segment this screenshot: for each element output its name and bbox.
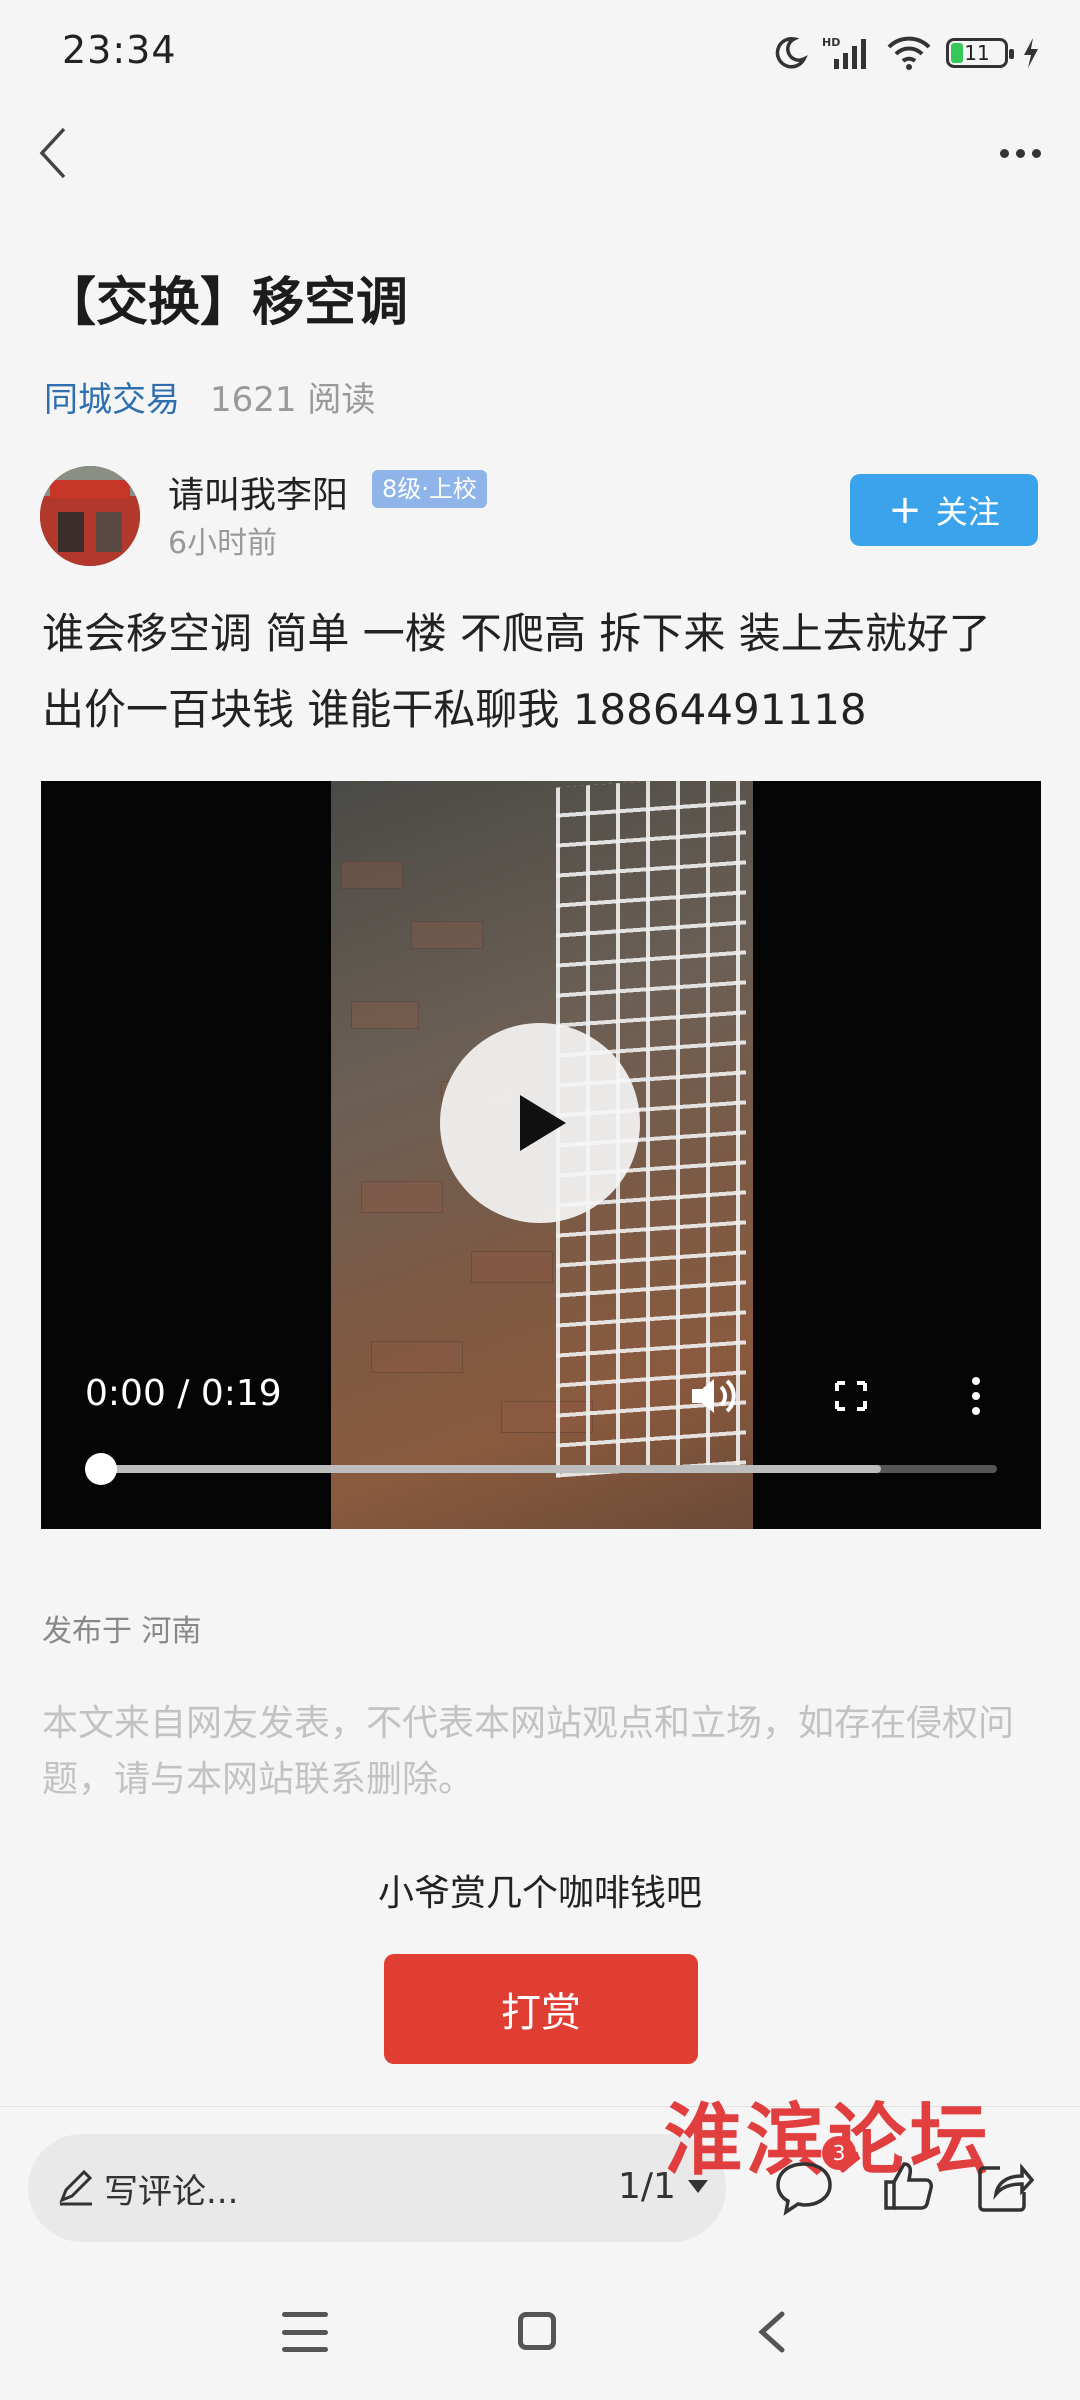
nav-menu-button[interactable] [282,2312,328,2352]
post-body: 谁会移空调 简单 一楼 不爬高 拆下来 装上去就好了 出价一百块钱 谁能干私聊我… [42,609,991,734]
signal-icon: HD [822,36,866,69]
read-count: 1621 阅读 [210,380,376,420]
reward-prompt: 小爷赏几个咖啡钱吧 [377,1873,702,1914]
more-horizontal-icon [999,148,1009,158]
play-button[interactable] [440,1023,640,1223]
post-meta: 同城交易 1621 阅读 [44,372,375,421]
disclaimer: 本文来自网友发表，不代表本网站观点和立场，如存在侵权问题，请与本网站联系删除。 [42,1703,1015,1800]
more-button[interactable] [980,118,1060,188]
status-time: 23:34 [62,28,177,72]
reward-button[interactable]: 打赏 [384,1954,698,2064]
user-avatar [40,466,140,566]
battery-icon: 11 [946,38,1014,68]
chevron-left-icon [39,127,66,179]
progress-buffer [101,1465,881,1473]
follow-button[interactable]: + 关注 [850,474,1038,546]
follow-label: 关注 [935,493,1000,531]
share-icon[interactable] [976,2158,1034,2214]
moon-icon [775,37,808,69]
avatar[interactable] [40,466,140,566]
nav-home-button[interactable] [518,2312,556,2350]
video-time: 0:00 / 0:19 [85,1373,282,1414]
play-icon [520,1095,566,1151]
post-time: 6小时前 [168,526,278,561]
post-title: 【交换】移空调 [44,273,409,333]
author-name[interactable]: 请叫我李阳 [168,466,348,518]
hd-label: HD [822,36,840,49]
level-badge: 8级·上校 [372,470,487,508]
video-player[interactable]: 0:00 / 0:19 [41,781,1041,1529]
category-link[interactable]: 同城交易 [44,372,180,421]
back-button[interactable] [18,118,88,188]
battery-level: 11 [964,41,990,65]
comment-icon[interactable] [774,2158,834,2216]
video-more-icon[interactable] [961,1371,991,1421]
comment-count-badge: 3 [822,2136,856,2170]
wifi-icon [887,36,931,70]
status-icons: HD 11 [772,30,1040,76]
pen-icon [59,2169,93,2206]
fullscreen-icon[interactable] [821,1371,881,1421]
volume-icon[interactable] [686,1371,746,1421]
comment-placeholder[interactable]: 写评论... [104,2164,238,2213]
thumbs-up-icon[interactable] [880,2158,936,2214]
charging-icon [1024,38,1038,68]
progress-knob[interactable] [85,1453,117,1485]
location-text: 发布于 河南 [42,1614,202,1649]
plus-icon: + [888,487,922,533]
nav-back-button[interactable] [752,2310,792,2354]
